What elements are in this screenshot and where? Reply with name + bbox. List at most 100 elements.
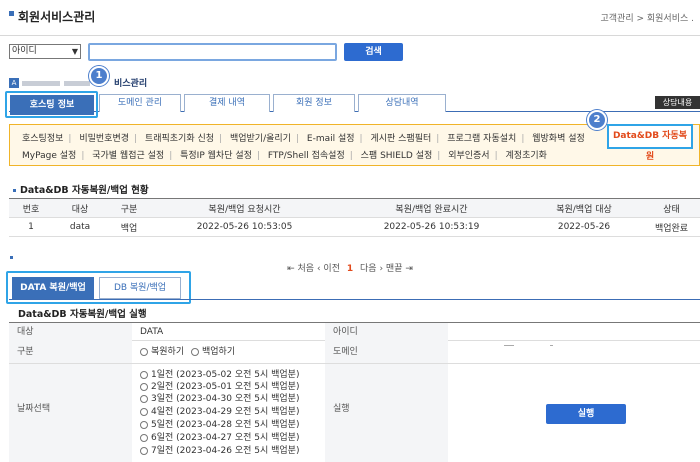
- menu-password-change[interactable]: 비밀번호변경: [79, 134, 129, 144]
- cell-backup-target: 2022-05-26: [525, 217, 643, 237]
- search-type-value: 아이디: [12, 46, 37, 56]
- cell-number: 1: [9, 217, 53, 237]
- menu-country-access[interactable]: 국가별 웹접근 설정: [92, 151, 164, 161]
- cell-status: 백업완료: [643, 217, 700, 237]
- col-status: 상태: [643, 198, 700, 218]
- menu-email-settings[interactable]: E-mail 설정: [307, 134, 355, 144]
- cell-target: data: [53, 217, 107, 237]
- menu-spam-shield[interactable]: 스팸 SHIELD 설정: [361, 151, 433, 161]
- col-target: 대상: [53, 198, 107, 218]
- col-backup-target: 복원/백업 대상: [525, 198, 643, 218]
- site-name-redacted: [22, 81, 60, 86]
- date-label: 날짜선택: [9, 364, 132, 462]
- date-option-label: 5일전 (2023-04-28 오전 5시 백업분): [151, 420, 300, 430]
- next-page-link[interactable]: 다음: [360, 264, 377, 274]
- last-page-icon: ⇥: [405, 264, 413, 274]
- page-title: 회원서비스관리: [18, 10, 96, 24]
- bullet-icon: [10, 256, 13, 259]
- kind-radio-group: 복원하기 백업하기: [132, 341, 235, 363]
- form-row-target: 대상 DATA 아이디: [9, 322, 700, 341]
- menu-mypage-settings[interactable]: MyPage 설정: [22, 151, 76, 161]
- search-type-select[interactable]: 아이디 ▼: [9, 44, 81, 59]
- tab-domain-management[interactable]: 도메인 관리: [99, 94, 181, 112]
- search-button[interactable]: 검색: [344, 43, 403, 61]
- backup-radio[interactable]: [191, 347, 199, 356]
- menu-hosting-info[interactable]: 호스팅정보: [22, 134, 63, 144]
- radio-icon[interactable]: [140, 446, 148, 455]
- history-section-title: Data&DB 자동복원/백업 현황: [13, 182, 149, 196]
- menu-account-reset[interactable]: 계정초기화: [506, 151, 547, 161]
- radio-icon[interactable]: [140, 420, 148, 429]
- breadcrumb[interactable]: 고객관리 > 회원서비스 .: [600, 11, 694, 24]
- date-option-label: 6일전 (2023-04-27 오전 5시 백업분): [151, 433, 300, 443]
- tab-consult-history[interactable]: 상담내역: [358, 94, 446, 112]
- last-page-link[interactable]: 맨끝: [386, 264, 403, 274]
- menu-traffic-reset[interactable]: 트래픽초기화 신청: [145, 134, 214, 144]
- current-page[interactable]: 1: [347, 264, 353, 274]
- tab-member-info[interactable]: 회원 정보: [273, 94, 355, 112]
- step-1-callout: 1: [89, 66, 109, 86]
- form-row-kind: 구분 복원하기 백업하기 도메인: [9, 341, 700, 364]
- restore-radio-label[interactable]: 복원하기: [151, 347, 184, 357]
- date-option-7[interactable]: 7일전 (2023-04-26 오전 5시 백업분): [140, 443, 299, 456]
- site-badge-icon: A: [9, 78, 19, 88]
- table-header-row: 번호 대상 구분 복원/백업 요청시간 복원/백업 완료시간 복원/백업 대상 …: [9, 198, 700, 218]
- backup-radio-label[interactable]: 백업하기: [202, 347, 235, 357]
- step-2-callout: 2: [587, 110, 607, 130]
- tab-data-restore[interactable]: DATA 복원/백업: [12, 277, 94, 299]
- title-bullet-icon: [9, 11, 14, 16]
- search-input[interactable]: [88, 43, 337, 61]
- tab-db-restore[interactable]: DB 복원/백업: [99, 277, 181, 299]
- col-number: 번호: [9, 198, 53, 218]
- table-row: 1 data 백업 2022-05-26 10:53:05 2022-05-26…: [9, 217, 700, 237]
- date-option-4[interactable]: 4일전 (2023-04-29 오전 5시 백업분): [140, 404, 299, 417]
- radio-icon[interactable]: [140, 407, 148, 416]
- restore-form: 대상 DATA 아이디 구분 복원하기 백업하기 도메인 날짜선택 실행: [9, 322, 700, 462]
- kind-label: 구분: [9, 341, 132, 363]
- cell-complete-time: 2022-05-26 10:53:19: [338, 217, 525, 237]
- domain-redacted: [550, 345, 553, 346]
- radio-icon[interactable]: [140, 433, 148, 442]
- menu-ip-block[interactable]: 특정IP 웹차단 설정: [180, 151, 252, 161]
- prev-page-link[interactable]: 이전: [323, 264, 340, 274]
- run-label: 실행: [325, 364, 448, 462]
- run-button[interactable]: 실행: [546, 404, 626, 424]
- section-bullet-icon: [13, 189, 16, 192]
- restore-radio[interactable]: [140, 347, 148, 356]
- col-kind: 구분: [107, 198, 151, 218]
- menu-ftp-shell[interactable]: FTP/Shell 접속설정: [268, 151, 345, 161]
- data-tabs-line: [9, 299, 700, 300]
- menu-backup-upload[interactable]: 백업받기/올리기: [230, 134, 291, 144]
- target-value: DATA: [140, 327, 164, 337]
- menu-data-db-restore[interactable]: Data&DB 자동복원: [607, 124, 693, 162]
- date-option-6[interactable]: 6일전 (2023-04-27 오전 5시 백업분): [140, 430, 299, 443]
- tab-hosting-info[interactable]: 호스팅 정보: [10, 95, 94, 115]
- form-title: Data&DB 자동복원/백업 실행: [18, 309, 147, 320]
- date-option-3[interactable]: 3일전 (2023-04-30 오전 5시 백업분): [140, 391, 299, 404]
- chevron-down-icon: ▼: [71, 47, 78, 56]
- menu-external-cert[interactable]: 외부인증서: [448, 151, 489, 161]
- menu-auto-install[interactable]: 프로그램 자동설치: [447, 134, 516, 144]
- site-name-label: 비스관리: [114, 79, 148, 89]
- radio-icon[interactable]: [140, 382, 148, 391]
- date-option-5[interactable]: 5일전 (2023-04-28 오전 5시 백업분): [140, 417, 299, 430]
- target-label: 대상: [9, 323, 132, 341]
- col-complete-time: 복원/백업 완료시간: [338, 198, 525, 218]
- page-header: 회원서비스관리 고객관리 > 회원서비스 .: [0, 0, 700, 36]
- radio-icon[interactable]: [140, 394, 148, 403]
- first-page-link[interactable]: 처음: [298, 264, 315, 274]
- menu-waf-settings[interactable]: 웹방화벽 설정: [532, 134, 585, 144]
- history-table: 번호 대상 구분 복원/백업 요청시간 복원/백업 완료시간 복원/백업 대상 …: [9, 198, 700, 237]
- first-page-icon: ⇤: [287, 264, 295, 274]
- consult-button[interactable]: 상담내용: [655, 96, 700, 109]
- date-option-label: 7일전 (2023-04-26 오전 5시 백업분): [151, 446, 300, 456]
- next-page-icon: ›: [379, 264, 384, 274]
- radio-icon[interactable]: [140, 370, 148, 379]
- date-option-label: 3일전 (2023-04-30 오전 5시 백업분): [151, 394, 300, 404]
- tab-payment-history[interactable]: 결제 내역: [184, 94, 270, 112]
- menu-spam-filter[interactable]: 게시판 스팸필터: [370, 134, 431, 144]
- submenu-row-2: MyPage 설정 | 국가별 웹접근 설정 | 특정IP 웹차단 설정 | FTP/…: [22, 151, 547, 161]
- domain-label: 도메인: [325, 341, 448, 363]
- id-label: 아이디: [325, 323, 448, 341]
- prev-page-icon: ‹: [316, 264, 321, 274]
